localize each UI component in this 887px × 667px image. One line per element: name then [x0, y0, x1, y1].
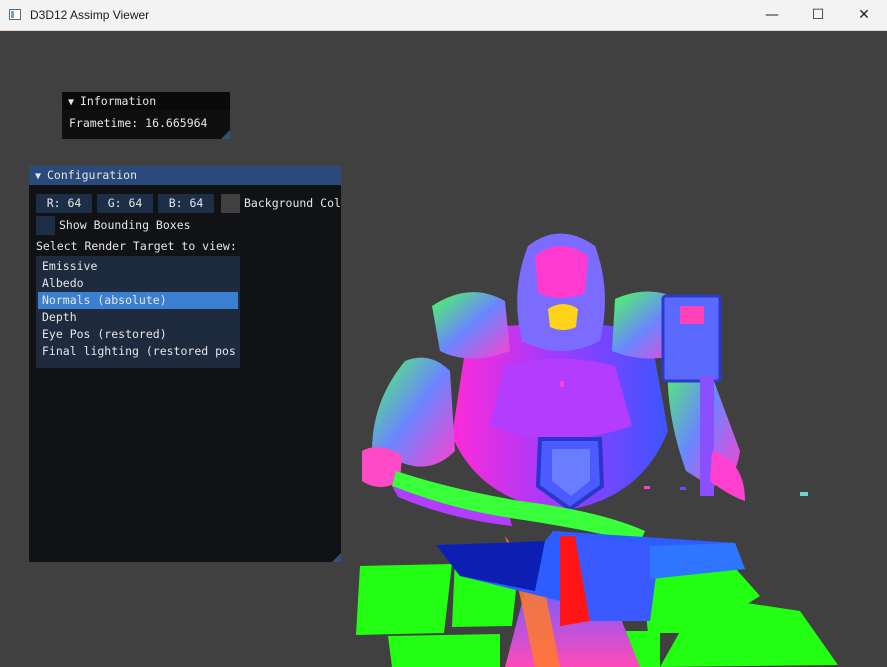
render-target-listbox[interactable]: Emissive Albedo Normals (absolute) Depth…	[36, 256, 240, 368]
app-icon	[9, 9, 21, 20]
render-target-prompt: Select Render Target to view:	[36, 239, 237, 253]
title-bar: D3D12 Assimp Viewer — ☐ ✕	[0, 0, 887, 31]
maximize-button[interactable]: ☐	[795, 0, 841, 31]
information-window[interactable]: ▼ Information Frametime: 16.665964	[62, 92, 230, 139]
render-viewport[interactable]: ▼ Information Frametime: 16.665964 ▼ Confi…	[0, 31, 887, 667]
collapse-arrow-icon[interactable]: ▼	[35, 167, 47, 186]
configuration-title: Configuration	[47, 168, 138, 182]
bounding-boxes-label: Show Bounding Boxes	[59, 218, 191, 232]
list-item-normals[interactable]: Normals (absolute)	[38, 292, 238, 309]
bounding-boxes-checkbox[interactable]	[36, 216, 55, 235]
list-item-depth[interactable]: Depth	[38, 309, 238, 326]
list-item-eye-pos[interactable]: Eye Pos (restored)	[38, 326, 238, 343]
list-item-emissive[interactable]: Emissive	[38, 258, 238, 275]
red-drag-field[interactable]: R: 64	[36, 194, 92, 213]
list-item-albedo[interactable]: Albedo	[38, 275, 238, 292]
green-drag-field[interactable]: G: 64	[97, 194, 153, 213]
resize-grip-icon[interactable]	[332, 553, 341, 562]
color-swatch-button[interactable]	[221, 194, 240, 213]
information-title: Information	[80, 94, 157, 108]
configuration-window[interactable]: ▼ Configuration R: 64 G: 64 B: 64 Backgro…	[29, 166, 341, 562]
minimize-button[interactable]: —	[749, 0, 795, 31]
window-title: D3D12 Assimp Viewer	[30, 8, 150, 22]
blue-drag-field[interactable]: B: 64	[158, 194, 214, 213]
information-header[interactable]: ▼ Information	[62, 92, 230, 110]
configuration-header[interactable]: ▼ Configuration	[29, 166, 341, 185]
close-button[interactable]: ✕	[841, 0, 887, 31]
resize-grip-icon[interactable]	[221, 130, 230, 139]
list-item-final-lighting[interactable]: Final lighting (restored pos)	[38, 343, 238, 360]
collapse-arrow-icon[interactable]: ▼	[68, 94, 80, 112]
frametime-text: Frametime: 16.665964	[69, 116, 208, 130]
background-color-label: Background Color	[244, 196, 340, 210]
